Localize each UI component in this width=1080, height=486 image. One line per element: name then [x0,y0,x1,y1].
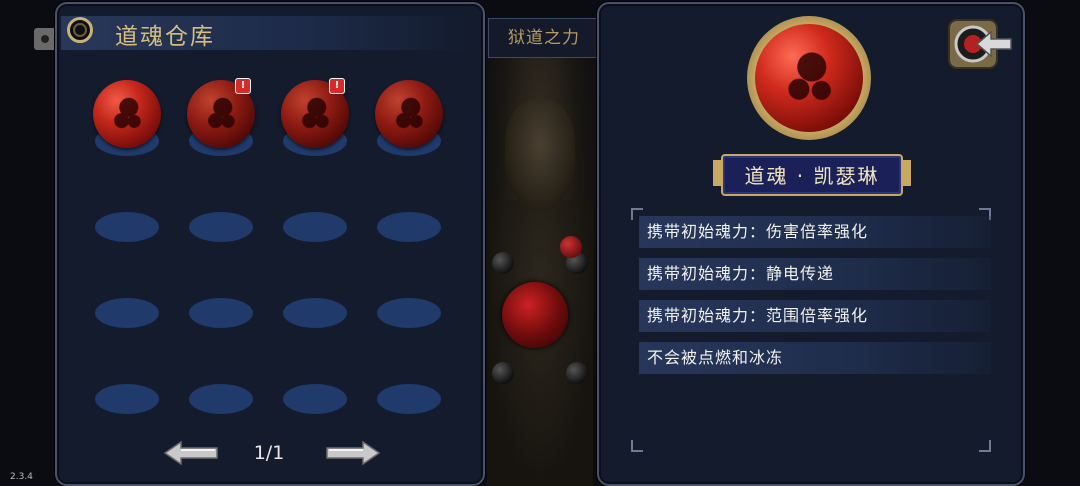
soul-slot[interactable] [369,162,449,242]
slot-base [377,384,441,414]
attribute-line: 携带初始魂力：伤害倍率强化 [639,216,991,248]
slot-base [189,212,253,242]
slot-base [95,298,159,328]
soul-slot[interactable] [369,334,449,414]
soul-slot[interactable] [275,162,355,242]
soul-orb-icon[interactable] [93,80,161,148]
soul-slot[interactable] [369,248,449,328]
attribute-line: 不会被点燃和冰冻 [639,342,991,374]
soul-glyph-icon [297,94,333,132]
statue-orb-icon [492,362,514,384]
soul-orb-frame [747,16,871,140]
soul-slot[interactable] [181,162,261,242]
slot-base [189,384,253,414]
ring-icon [67,17,93,43]
soul-slot[interactable] [181,248,261,328]
slot-base [189,298,253,328]
soul-glyph-icon [781,46,837,106]
attribute-box: 携带初始魂力：伤害倍率强化 携带初始魂力：静电传递 携带初始魂力：范围倍率强化 … [631,208,991,452]
soul-slot[interactable] [275,248,355,328]
soul-slot[interactable]: ! [181,76,261,156]
soul-glyph-icon [391,94,427,132]
soul-slot[interactable] [87,248,167,328]
soul-slot[interactable] [87,162,167,242]
statue-head [505,100,575,210]
statue-orb-icon [492,252,514,274]
page-indicator: 1/1 [253,442,285,464]
soul-slot[interactable] [275,334,355,414]
slot-base [95,384,159,414]
frame-corner [979,440,991,452]
soul-orb-icon[interactable] [375,80,443,148]
plate-cap-left [713,160,721,186]
statue-orb-icon [566,362,588,384]
soul-name: 道魂 · 凯瑟琳 [744,164,880,188]
soul-slot[interactable] [87,76,167,156]
pager: 1/1 [157,434,397,474]
statue-orb-icon [560,236,582,258]
soul-orb-icon [755,24,863,132]
warehouse-panel: 道魂仓库 !! 1/1 [55,2,485,486]
soul-slot[interactable]: ! [275,76,355,156]
statue-center-orb [502,282,568,348]
version-label: 2.3.4 [10,472,33,482]
soul-slot[interactable] [181,334,261,414]
slot-base [377,298,441,328]
back-arrow-icon[interactable] [947,14,1013,76]
soul-name-plate: 道魂 · 凯瑟琳 [713,154,911,196]
soul-glyph-icon [109,94,145,132]
attribute-line: 携带初始魂力：范围倍率强化 [639,300,991,332]
soul-glyph-icon [203,94,239,132]
slot-base [377,212,441,242]
arrow-right-icon[interactable] [325,440,381,466]
slot-base [283,212,347,242]
arrow-left-icon[interactable] [163,440,219,466]
soul-slot[interactable] [87,334,167,414]
soul-slot[interactable] [369,76,449,156]
alert-badge: ! [329,78,345,94]
slot-base [95,212,159,242]
attribute-line: 携带初始魂力：静电传递 [639,258,991,290]
lock-icon [34,28,56,50]
alert-badge: ! [235,78,251,94]
panel-title: 道魂仓库 [115,24,215,50]
plate-cap-right [903,160,911,186]
tab-prison-power[interactable]: 狱道之力 [488,18,600,58]
slot-base [283,384,347,414]
slot-base [283,298,347,328]
frame-corner [631,440,643,452]
detail-panel: 道魂 · 凯瑟琳 携带初始魂力：伤害倍率强化 携带初始魂力：静电传递 携带初始魂… [597,2,1025,486]
